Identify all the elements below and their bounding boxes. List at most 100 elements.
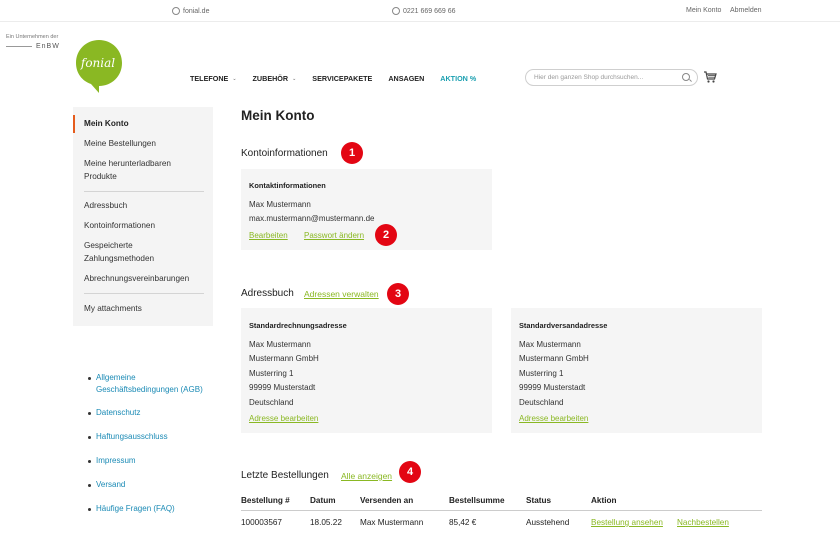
enbw-brand: EnBW: [36, 43, 60, 50]
sidebar-item-adressbuch[interactable]: Adressbuch: [84, 200, 206, 213]
billing-line: Mustermann GmbH: [249, 354, 319, 363]
my-account-link[interactable]: Mein Konto: [686, 7, 721, 14]
shipping-line: Deutschland: [519, 398, 564, 407]
link-versand[interactable]: Versand: [88, 479, 228, 491]
step-badge-3: 3: [387, 283, 409, 305]
col-total: Bestellsumme: [449, 496, 505, 505]
edit-account-link[interactable]: Bearbeiten: [249, 231, 288, 240]
order-total: 85,42 €: [449, 518, 477, 527]
enbw-tagline: Ein Unternehmen der: [6, 34, 59, 40]
main-nav: TELEFONE ⌄ ZUBEHÖR ⌄ SERVICEPAKETE ANSAGEN…: [190, 74, 492, 83]
link-datenschutz[interactable]: Datenschutz: [88, 407, 228, 419]
col-order-number: Bestellung #: [241, 496, 290, 505]
globe-icon: [172, 7, 180, 15]
step-badge-1: 1: [341, 142, 363, 164]
contact-email: max.mustermann@mustermann.de: [249, 214, 375, 223]
order-status: Ausstehend: [526, 518, 570, 527]
sidebar-item-bestellungen[interactable]: Meine Bestellungen: [84, 138, 206, 151]
sidebar-item-zahlungsmethoden[interactable]: Gespeicherte Zahlungsmethoden: [84, 240, 174, 265]
chevron-down-icon: ⌄: [292, 75, 297, 82]
sidebar-item-mein-konto[interactable]: Mein Konto: [84, 118, 206, 131]
col-date: Datum: [310, 496, 336, 505]
nav-servicepakete-label: SERVICEPAKETE: [312, 74, 373, 83]
link-versand-label: Versand: [96, 480, 126, 489]
billing-address-box: Standardrechnungsadresse Max Mustermann …: [241, 308, 492, 433]
shipping-address-heading: Standardversandadresse: [519, 321, 608, 330]
contact-info-heading: Kontaktinformationen: [249, 181, 326, 190]
sidebar-item-kontoinformationen[interactable]: Kontoinformationen: [84, 220, 206, 233]
sidebar-item-attachments[interactable]: My attachments: [84, 303, 206, 316]
billing-line: 99999 Musterstadt: [249, 383, 316, 392]
phone-link[interactable]: 0221 669 669 66: [392, 7, 456, 15]
nav-telefone[interactable]: TELEFONE ⌄: [190, 74, 237, 83]
nav-aktion-label: AKTION %: [440, 74, 477, 83]
nav-telefone-label: TELEFONE: [190, 74, 229, 83]
link-datenschutz-label: Datenschutz: [96, 408, 141, 417]
active-marker: [73, 115, 75, 133]
header: Ein Unternehmen der EnBW fonial TELEFONE…: [0, 22, 840, 93]
sidebar-divider: [84, 293, 204, 294]
link-haftungsausschluss-label: Haftungsausschluss: [96, 432, 168, 441]
billing-line: Musterring 1: [249, 369, 294, 378]
link-agb[interactable]: Allgemeine Geschäftsbedingungen (AGB): [88, 372, 228, 396]
nav-ansagen[interactable]: ANSAGEN: [388, 74, 424, 83]
logout-link[interactable]: Abmelden: [730, 7, 762, 14]
nav-ansagen-label: ANSAGEN: [388, 74, 425, 83]
search-placeholder: Hier den ganzen Shop durchsuchen...: [534, 74, 644, 81]
search-icon[interactable]: [682, 73, 690, 81]
cart-icon[interactable]: [703, 70, 717, 84]
contact-info-box: Kontaktinformationen Max Mustermann max.…: [241, 169, 492, 250]
phone-number: 0221 669 669 66: [403, 7, 456, 15]
nav-zubehoer[interactable]: ZUBEHÖR ⌄: [253, 74, 297, 83]
sidebar-item-abrechnungsvereinbarungen[interactable]: Abrechnungsvereinbarungen: [84, 273, 206, 286]
page-title: Mein Konto: [241, 108, 315, 123]
shipping-line: Max Mustermann: [519, 340, 581, 349]
enbw-logo: Ein Unternehmen der EnBW: [6, 34, 60, 50]
link-impressum[interactable]: Impressum: [88, 455, 228, 467]
change-password-link[interactable]: Passwort ändern: [304, 231, 364, 240]
address-book-heading: Adressbuch: [241, 288, 294, 299]
shipping-line: Musterring 1: [519, 369, 564, 378]
nav-aktion[interactable]: AKTION %: [440, 74, 476, 83]
order-ship-to: Max Mustermann: [360, 518, 424, 527]
orders-header-row: Bestellung # Datum Versenden an Bestells…: [241, 496, 762, 510]
billing-address-heading: Standardrechnungsadresse: [249, 321, 347, 330]
link-agb-label: Allgemeine Geschäftsbedingungen (AGB): [96, 373, 203, 394]
col-action: Aktion: [591, 496, 617, 505]
orders-header-divider: [241, 510, 762, 511]
logo-wordmark: fonial: [80, 56, 115, 70]
nav-servicepakete[interactable]: SERVICEPAKETE: [312, 74, 372, 83]
shipping-address-box: Standardversandadresse Max Mustermann Mu…: [511, 308, 762, 433]
chevron-down-icon: ⌄: [232, 75, 237, 82]
order-number: 100003567: [241, 518, 282, 527]
view-order-link[interactable]: Bestellung ansehen: [591, 518, 663, 527]
fonial-logo[interactable]: fonial: [74, 38, 124, 93]
phone-icon: [392, 7, 400, 15]
step-badge-2: 2: [375, 224, 397, 246]
shipping-line: 99999 Musterstadt: [519, 383, 586, 392]
account-info-heading: Kontoinformationen: [241, 148, 328, 159]
site-link-label: fonial.de: [183, 7, 210, 15]
link-faq-label: Häufige Fragen (FAQ): [96, 504, 175, 513]
shipping-line: Mustermann GmbH: [519, 354, 589, 363]
reorder-link[interactable]: Nachbestellen: [677, 518, 729, 527]
sidebar-item-downloads[interactable]: Meine herunterladbaren Produkte: [84, 158, 194, 183]
link-haftungsausschluss[interactable]: Haftungsausschluss: [88, 431, 228, 443]
billing-line: Deutschland: [249, 398, 294, 407]
top-bar: fonial.de 0221 669 669 66 Mein Konto Abm…: [0, 0, 840, 22]
show-all-orders-link[interactable]: Alle anzeigen: [341, 471, 392, 481]
step-badge-4: 4: [399, 461, 421, 483]
edit-billing-address-link[interactable]: Adresse bearbeiten: [249, 414, 318, 423]
manage-addresses-link[interactable]: Adressen verwalten: [304, 289, 379, 299]
edit-shipping-address-link[interactable]: Adresse bearbeiten: [519, 414, 588, 423]
col-status: Status: [526, 496, 552, 505]
order-date: 18.05.22: [310, 518, 342, 527]
sidebar-divider: [84, 191, 204, 192]
billing-line: Max Mustermann: [249, 340, 311, 349]
site-link[interactable]: fonial.de: [172, 7, 209, 15]
link-faq[interactable]: Häufige Fragen (FAQ): [88, 503, 228, 515]
contact-name: Max Mustermann: [249, 200, 311, 209]
recent-orders-heading: Letzte Bestellungen: [241, 470, 329, 481]
search-input[interactable]: Hier den ganzen Shop durchsuchen...: [525, 69, 698, 86]
account-sidebar: Mein Konto Meine Bestellungen Meine heru…: [73, 107, 213, 326]
